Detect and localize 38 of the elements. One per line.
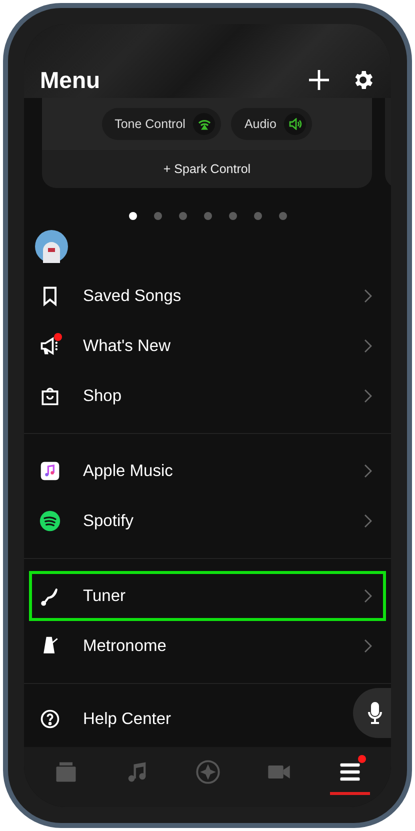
shopping-bag-icon (39, 385, 61, 407)
chevron-icon (364, 639, 372, 653)
spotify-icon (39, 510, 61, 532)
chevron-icon (364, 514, 372, 528)
wireless-icon (198, 118, 211, 130)
menu-item[interactable]: Saved Songs (29, 271, 386, 321)
status-chip[interactable]: Tone Control (102, 108, 222, 140)
music-note-icon (39, 460, 61, 482)
chevron-icon (364, 289, 372, 303)
page-title: Menu (40, 66, 100, 95)
menu-item-label: What's New (83, 336, 172, 357)
microphone-icon (367, 702, 383, 724)
menu-item[interactable]: Metronome (29, 621, 386, 671)
menu-item[interactable]: Spotify (29, 496, 386, 546)
chevron-icon (364, 389, 372, 403)
menu-item-label: Tuner (83, 586, 126, 607)
plus-icon[interactable] (309, 70, 329, 90)
compass-icon (194, 759, 220, 785)
menu-item-label: Saved Songs (83, 286, 182, 307)
menu-item-label: Help Center (83, 708, 172, 730)
chevron-icon (364, 339, 372, 353)
menu-item[interactable]: What's New (29, 321, 386, 371)
status-chip[interactable]: Audio (231, 108, 312, 140)
menu-item[interactable]: Help Center (29, 696, 351, 742)
menu-item-label: Apple Music (83, 460, 174, 482)
menu-item[interactable]: Shop (29, 371, 386, 421)
menu-item[interactable]: Tuner (29, 571, 386, 621)
menu-item-label: Spotify (83, 510, 134, 532)
speaker-icon (288, 118, 302, 130)
avatar[interactable] (35, 230, 68, 263)
add-spark-control-button[interactable]: + Spark Control (163, 160, 251, 178)
help-icon (39, 708, 61, 730)
chevron-icon (364, 464, 372, 478)
menu-item-label: Shop (83, 386, 123, 407)
menu-item-label: Metronome (83, 636, 168, 657)
chevron-icon (364, 589, 372, 603)
menu-item[interactable]: Apple Music (29, 446, 386, 496)
microphone-button[interactable] (353, 688, 391, 738)
